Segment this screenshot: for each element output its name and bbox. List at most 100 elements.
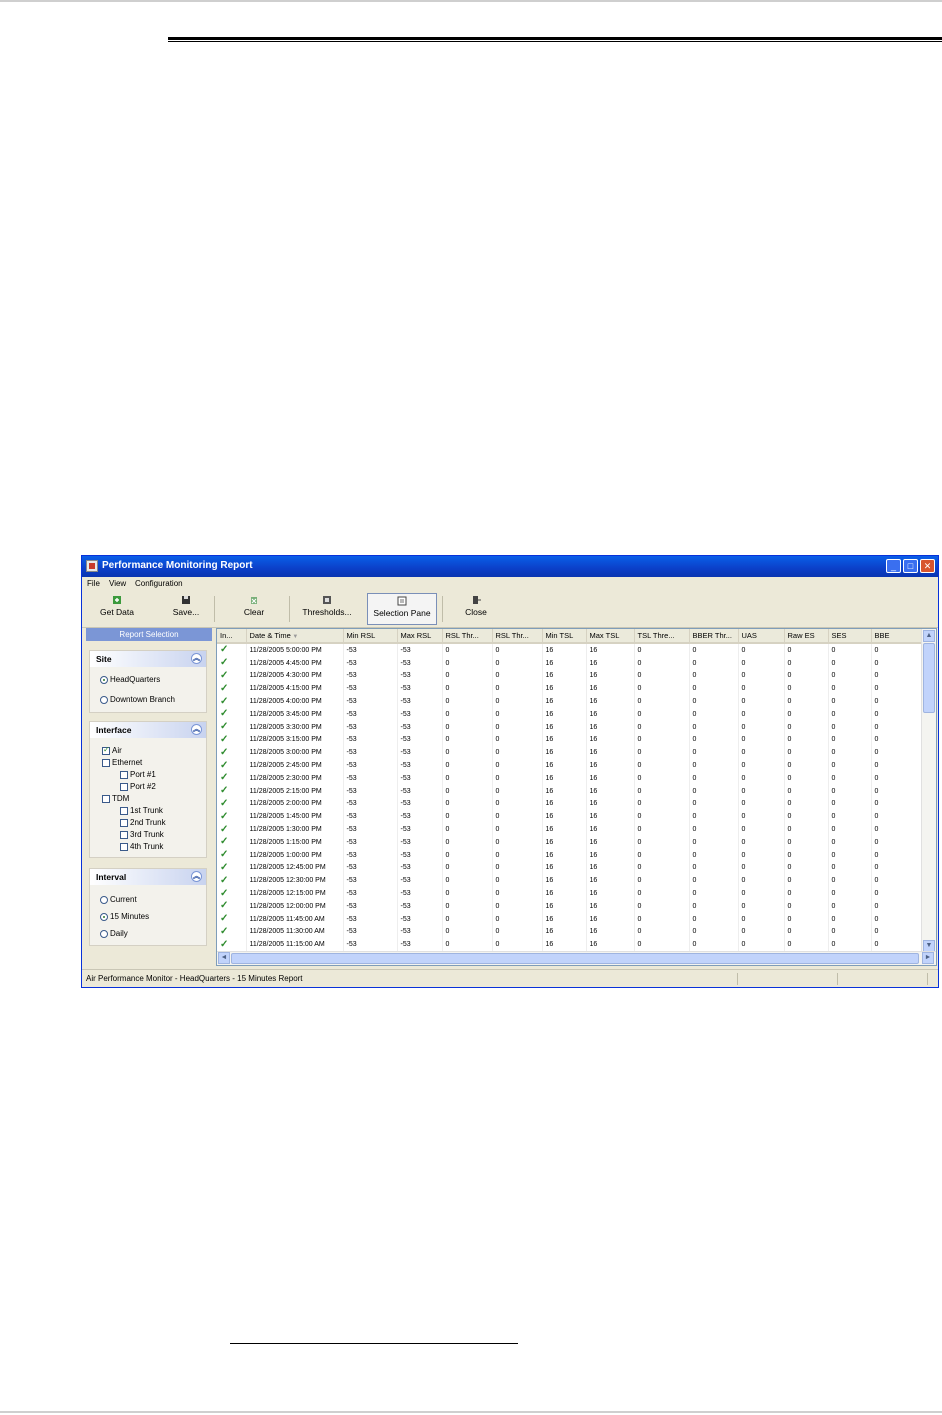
interval-option-15-minutes[interactable]: 15 Minutes bbox=[100, 912, 149, 921]
column-header[interactable]: SES bbox=[828, 629, 872, 644]
table-cell: -53 bbox=[343, 887, 398, 900]
close-door-icon bbox=[473, 596, 481, 604]
table-row[interactable]: ✓ 11/28/2005 2:30:00 PM -53 -53 0 0 16 16 0 0 0 0 0 0 bbox=[217, 771, 925, 785]
interval-option-current[interactable]: Current bbox=[100, 895, 137, 904]
table-row[interactable]: ✓ 11/28/2005 1:15:00 PM -53 -53 0 0 16 16 0 0 0 0 0 0 bbox=[217, 835, 925, 849]
column-header[interactable]: Date & Time ▼ bbox=[246, 629, 344, 644]
horizontal-scrollbar[interactable]: ◄ ► bbox=[217, 951, 936, 965]
interface-ethernet-checkbox[interactable]: Ethernet bbox=[102, 758, 142, 767]
site-option-headquarters[interactable]: HeadQuarters bbox=[100, 675, 160, 684]
vertical-scroll-thumb[interactable] bbox=[923, 643, 935, 713]
interface-port2-checkbox[interactable]: Port #2 bbox=[120, 782, 156, 791]
interface-trunk1-checkbox[interactable]: 1st Trunk bbox=[120, 806, 163, 815]
interface-trunk3-checkbox[interactable]: 3rd Trunk bbox=[120, 830, 164, 839]
column-header[interactable]: UAS bbox=[738, 629, 785, 644]
table-cell: 0 bbox=[689, 746, 739, 760]
scroll-right-icon[interactable]: ► bbox=[922, 952, 934, 964]
thresholds-button[interactable]: Thresholds... bbox=[296, 593, 358, 625]
column-header[interactable]: BBE bbox=[871, 629, 925, 644]
horizontal-scroll-thumb[interactable] bbox=[231, 953, 919, 964]
column-header[interactable]: BBER Thr... bbox=[689, 629, 739, 644]
table-cell: 0 bbox=[871, 874, 925, 888]
table-row[interactable]: ✓ 11/28/2005 4:15:00 PM -53 -53 0 0 16 16 0 0 0 0 0 0 bbox=[217, 682, 925, 696]
table-row[interactable]: ✓ 11/28/2005 11:15:00 AM -53 -53 0 0 16 16 0 0 0 0 0… bbox=[217, 938, 925, 952]
close-button[interactable]: Close bbox=[458, 593, 494, 625]
table-cell: -53 bbox=[397, 682, 443, 696]
interface-trunk2-checkbox[interactable]: 2nd Trunk bbox=[120, 818, 166, 827]
column-header[interactable]: In... bbox=[217, 629, 247, 644]
table-row[interactable]: ✓ 11/28/2005 5:00:00 PM -53 -53 0 0 16 16 0 0 0 0 0 0 bbox=[217, 643, 925, 657]
table-row[interactable]: ✓ 11/28/2005 1:00:00 PM -53 -53 0 0 16 16 0 0 0 0 0 0 bbox=[217, 848, 925, 862]
column-header[interactable]: Min TSL bbox=[542, 629, 587, 644]
table-cell: -53 bbox=[343, 874, 398, 888]
site-group-title: Site bbox=[96, 654, 112, 664]
table-row[interactable]: ✓ 11/28/2005 3:45:00 PM -53 -53 0 0 16 16 0 0 0 0 0 0 bbox=[217, 707, 925, 721]
collapse-chevron-icon[interactable]: ︽ bbox=[191, 653, 202, 664]
report-grid: In... Date & Time ▼ Min RSL Max RSL RSL Thr.… bbox=[216, 628, 937, 966]
table-cell: 0 bbox=[492, 707, 543, 721]
table-row[interactable]: ✓ 11/28/2005 3:00:00 PM -53 -53 0 0 16 16 0 0 0 0 0 0 bbox=[217, 746, 925, 760]
menu-view[interactable]: View bbox=[109, 579, 126, 588]
table-cell: 16 bbox=[586, 925, 635, 939]
interval-option-label: Daily bbox=[110, 929, 128, 938]
table-row[interactable]: ✓ 11/28/2005 12:45:00 PM -53 -53 0 0 16 16 0 0 0 0 0… bbox=[217, 861, 925, 875]
scroll-left-icon[interactable]: ◄ bbox=[218, 952, 230, 964]
title-bar[interactable]: Performance Monitoring Report _ □ ✕ bbox=[82, 556, 938, 577]
table-cell: 11/28/2005 1:15:00 PM bbox=[246, 835, 344, 849]
menu-configuration[interactable]: Configuration bbox=[135, 579, 183, 588]
table-cell: 0 bbox=[689, 938, 739, 952]
interface-tdm-checkbox[interactable]: TDM bbox=[102, 794, 129, 803]
table-row[interactable]: ✓ 11/28/2005 12:00:00 PM -53 -53 0 0 16 16 0 0 0 0 0… bbox=[217, 899, 925, 913]
table-row[interactable]: ✓ 11/28/2005 2:15:00 PM -53 -53 0 0 16 16 0 0 0 0 0 0 bbox=[217, 784, 925, 798]
interface-group-header[interactable]: Interface ︽ bbox=[90, 722, 206, 738]
checkbox-icon bbox=[120, 782, 128, 791]
table-row[interactable]: ✓ 11/28/2005 12:30:00 PM -53 -53 0 0 16 16 0 0 0 0 0… bbox=[217, 874, 925, 888]
table-row[interactable]: ✓ 11/28/2005 11:45:00 AM -53 -53 0 0 16 16 0 0 0 0 0… bbox=[217, 912, 925, 926]
vertical-scrollbar[interactable]: ▲ ▼ bbox=[921, 629, 936, 953]
close-window-button[interactable]: ✕ bbox=[920, 559, 935, 573]
column-header[interactable]: RSL Thr... bbox=[492, 629, 543, 644]
table-row[interactable]: ✓ 11/28/2005 11:30:00 AM -53 -53 0 0 16 16 0 0 0 0 0… bbox=[217, 925, 925, 939]
table-row[interactable]: ✓ 11/28/2005 4:30:00 PM -53 -53 0 0 16 16 0 0 0 0 0 0 bbox=[217, 669, 925, 683]
column-header[interactable]: TSL Thre... bbox=[634, 629, 690, 644]
table-cell: 0 bbox=[738, 887, 785, 900]
table-row[interactable]: ✓ 11/28/2005 12:15:00 PM -53 -53 0 0 16 16 0 0 0 0 0… bbox=[217, 887, 925, 900]
table-row[interactable]: ✓ 11/28/2005 1:45:00 PM -53 -53 0 0 16 16 0 0 0 0 0 0 bbox=[217, 810, 925, 824]
table-cell: 0 bbox=[442, 874, 493, 888]
clear-button[interactable]: Clear bbox=[236, 593, 272, 625]
table-cell: -53 bbox=[397, 925, 443, 939]
scroll-up-icon[interactable]: ▲ bbox=[923, 630, 935, 642]
table-row[interactable]: ✓ 11/28/2005 4:45:00 PM -53 -53 0 0 16 16 0 0 0 0 0 0 bbox=[217, 656, 925, 670]
table-cell: -53 bbox=[343, 656, 398, 670]
selection-pane-button[interactable]: Selection Pane bbox=[367, 593, 437, 625]
table-row[interactable]: ✓ 11/28/2005 3:30:00 PM -53 -53 0 0 16 16 0 0 0 0 0 0 bbox=[217, 720, 925, 734]
interface-trunk4-checkbox[interactable]: 4th Trunk bbox=[120, 842, 163, 851]
column-header[interactable]: Raw ES bbox=[784, 629, 829, 644]
column-header[interactable]: RSL Thr... bbox=[442, 629, 493, 644]
collapse-chevron-icon[interactable]: ︽ bbox=[191, 871, 202, 882]
table-row[interactable]: ✓ 11/28/2005 2:45:00 PM -53 -53 0 0 16 16 0 0 0 0 0 0 bbox=[217, 759, 925, 772]
minimize-button[interactable]: _ bbox=[886, 559, 901, 573]
table-row[interactable]: ✓ 11/28/2005 1:30:00 PM -53 -53 0 0 16 16 0 0 0 0 0 0 bbox=[217, 823, 925, 836]
get-data-button[interactable]: Get Data bbox=[96, 593, 138, 625]
column-header[interactable]: Max TSL bbox=[586, 629, 635, 644]
column-header[interactable]: Min RSL bbox=[343, 629, 398, 644]
status-check-icon: ✓ bbox=[217, 682, 247, 696]
site-group-header[interactable]: Site ︽ bbox=[90, 651, 206, 667]
table-row[interactable]: ✓ 11/28/2005 4:00:00 PM -53 -53 0 0 16 16 0 0 0 0 0 0 bbox=[217, 695, 925, 708]
interval-group-header[interactable]: Interval ︽ bbox=[90, 869, 206, 885]
table-row[interactable]: ✓ 11/28/2005 2:00:00 PM -53 -53 0 0 16 16 0 0 0 0 0 0 bbox=[217, 797, 925, 811]
interval-option-daily[interactable]: Daily bbox=[100, 929, 128, 938]
site-option-downtown-branch[interactable]: Downtown Branch bbox=[100, 695, 175, 704]
table-cell: -53 bbox=[397, 784, 443, 798]
status-check-icon: ✓ bbox=[217, 733, 247, 747]
save-button[interactable]: Save... bbox=[166, 593, 206, 625]
collapse-chevron-icon[interactable]: ︽ bbox=[191, 724, 202, 735]
menu-file[interactable]: File bbox=[87, 579, 100, 588]
table-cell: -53 bbox=[343, 912, 398, 926]
table-row[interactable]: ✓ 11/28/2005 3:15:00 PM -53 -53 0 0 16 16 0 0 0 0 0 0 bbox=[217, 733, 925, 747]
interface-air-checkbox[interactable]: Air bbox=[102, 745, 122, 755]
interface-port1-checkbox[interactable]: Port #1 bbox=[120, 770, 156, 779]
column-header[interactable]: Max RSL bbox=[397, 629, 443, 644]
maximize-button[interactable]: □ bbox=[903, 559, 918, 573]
